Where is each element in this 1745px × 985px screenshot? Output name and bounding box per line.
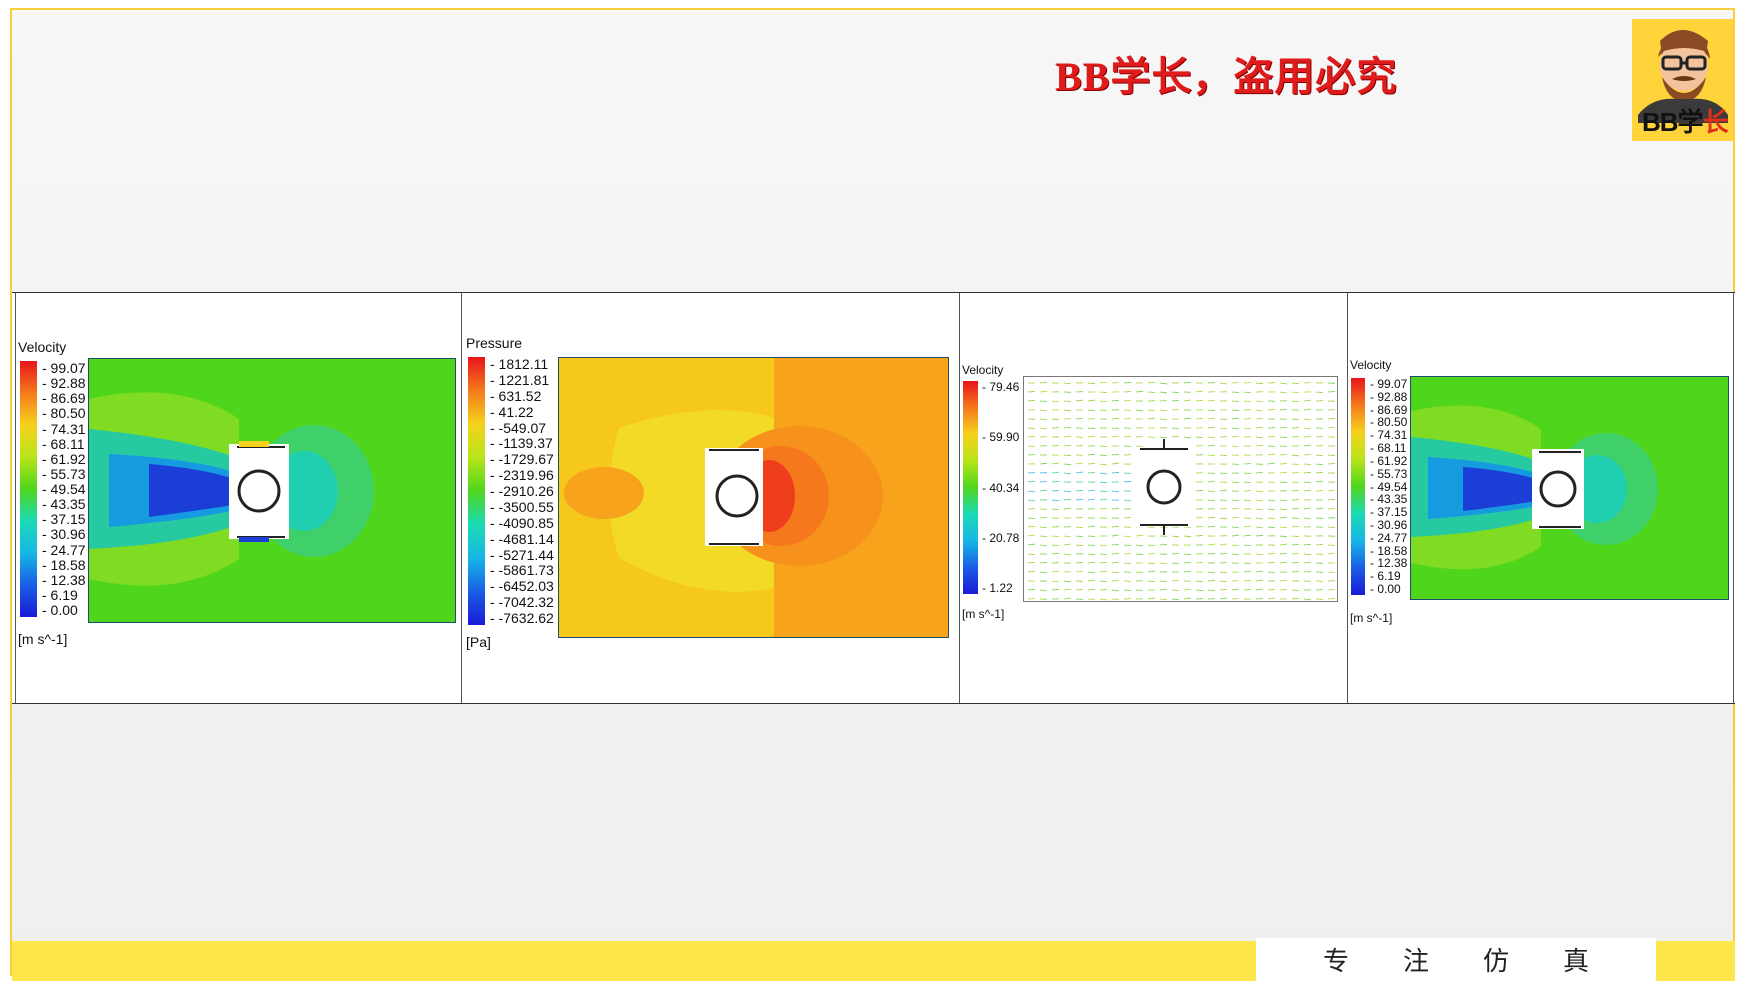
legend-tick-label: - 6.19 (42, 586, 78, 603)
legend-tick-label: - 59.90 (982, 430, 1020, 445)
legend-tick-label: - -3500.55 (490, 498, 554, 515)
legend-tick-label: - 12.38 (42, 571, 86, 588)
legend-tick-label: - 30.96 (42, 526, 86, 543)
footer-char: 注 (1402, 947, 1429, 977)
legend-tick-label: - 49.54 (42, 481, 86, 497)
legend-tick-label: - 68.11 (42, 435, 85, 452)
legend-tick-label: - 41.22 (490, 403, 534, 420)
legend-tick-label: - -1139.37 (490, 435, 553, 452)
watermark-text: BB学长，盗用必究 (1055, 54, 1398, 99)
legend-tick-label: - 74.31 (42, 420, 86, 437)
velocity-contour-panel-2: Velocity - 99.07- 92.88- 86.69- 80.50- 7… (1348, 293, 1733, 703)
legend-tick-label: - 55.73 (1370, 466, 1408, 481)
velocity-vector-panel: Velocity - 79.46 - 59.90 - 40.34 - 20.78 - 1… (960, 293, 1347, 703)
legend-tick-label: - -5861.73 (490, 562, 554, 579)
legend-tick-label: - 61.92 (1370, 453, 1408, 468)
legend-tick-label: - -6452.03 (490, 578, 554, 595)
legend-tick-label: - 92.88 (42, 375, 86, 392)
velocity-contour-panel: Velocity - 99.07- 92.88- 86.69- 80.50- 7… (16, 293, 461, 703)
legend-tick-label: - -7632.62 (490, 610, 554, 626)
footer-char: 仿 (1482, 947, 1509, 977)
legend-title: Pressure (466, 335, 523, 351)
legend-unit: [m s^-1] (962, 607, 1005, 621)
legend-tick-label: - 24.77 (1370, 530, 1408, 545)
avatar: BB学长 (1632, 19, 1733, 141)
legend-tick-label: - 37.15 (1370, 505, 1408, 520)
legend-tick-label: - 37.15 (42, 511, 86, 528)
footer-char: 专 (1322, 947, 1349, 977)
legend-tick-label: - 1221.81 (490, 371, 550, 388)
legend-tick-label: - 20.78 (982, 530, 1020, 545)
legend-ticks: - 1812.11- 1221.81- 631.52- 41.22- -549.… (490, 357, 560, 625)
legend-tick-label: - -5271.44 (490, 546, 554, 563)
legend-tick-label: - 40.34 (982, 480, 1020, 495)
legend-tick-label: - 0.00 (1370, 582, 1401, 596)
legend-tick-label: - -4681.14 (490, 530, 554, 547)
velocity-vector-plot (1023, 376, 1338, 602)
velocity-contour-plot (88, 358, 456, 623)
legend-tick-label: - 74.31 (1370, 428, 1408, 443)
footer-slogan: 专 注 仿 真 (1256, 938, 1656, 981)
legend-tick-label: - 18.58 (42, 556, 86, 573)
pressure-contour-plot (558, 357, 949, 638)
panel-divider (1733, 293, 1734, 703)
legend-tick-label: - -1729.67 (490, 451, 554, 468)
legend-tick-label: - 86.69 (42, 390, 86, 407)
legend-tick-label: - 43.35 (42, 496, 86, 513)
legend-tick-label: - 1812.11 (490, 356, 549, 372)
legend-color-bar (468, 357, 485, 625)
results-strip: Velocity - 99.07- 92.88- 86.69- 80.50- 7… (12, 292, 1735, 704)
legend-tick-label: - 99.07 (1370, 377, 1408, 391)
legend-title: Velocity (18, 339, 67, 355)
legend-tick-label: - -2319.96 (490, 467, 554, 484)
legend-tick-label: - 79.46 (982, 380, 1020, 394)
velocity-contour-plot-2 (1410, 376, 1729, 600)
legend-tick-label: - 1.22 (982, 581, 1013, 595)
legend-tick-label: - 6.19 (1370, 569, 1401, 584)
legend-title: Velocity (962, 363, 1004, 377)
legend-tick-label: - 99.07 (42, 360, 86, 376)
legend-unit: [m s^-1] (18, 631, 68, 647)
legend-tick-label: - 43.35 (1370, 492, 1408, 507)
legend-unit: [Pa] (466, 634, 491, 650)
legend-unit: [m s^-1] (1350, 611, 1393, 625)
legend-tick-label: - 86.69 (1370, 402, 1408, 417)
legend-tick-label: - -7042.32 (490, 594, 554, 611)
legend-tick-label: - 18.58 (1370, 543, 1408, 558)
legend-tick-label: - 12.38 (1370, 556, 1408, 571)
footer-char: 真 (1562, 947, 1589, 977)
legend-tick-label: - 0.00 (42, 602, 78, 618)
legend-tick-label: - 24.77 (42, 541, 86, 558)
pressure-contour-panel: Pressure - 1812.11- 1221.81- 631.52- 41.… (462, 293, 959, 703)
avatar-label: BB学长 (1642, 107, 1729, 137)
legend-title: Velocity (1350, 358, 1392, 372)
legend-color-bar (1351, 378, 1365, 595)
legend-tick-label: - 61.92 (42, 450, 86, 467)
legend-tick-label: - 68.11 (1370, 441, 1407, 456)
legend-tick-label: - 49.54 (1370, 479, 1408, 494)
legend-tick-label: - -2910.26 (490, 483, 554, 499)
legend-tick-label: - 55.73 (42, 465, 86, 482)
legend-tick-label: - 30.96 (1370, 517, 1408, 532)
legend-tick-label: - -549.07 (490, 419, 547, 436)
legend-tick-label: - 631.52 (490, 387, 542, 404)
legend-color-bar (20, 361, 37, 617)
legend-tick-label: - 92.88 (1370, 389, 1408, 404)
legend-tick-label: - -4090.85 (490, 514, 554, 531)
legend-tick-label: - 80.50 (42, 405, 86, 422)
legend-color-bar (963, 381, 978, 594)
legend-tick-label: - 80.50 (1370, 415, 1408, 430)
